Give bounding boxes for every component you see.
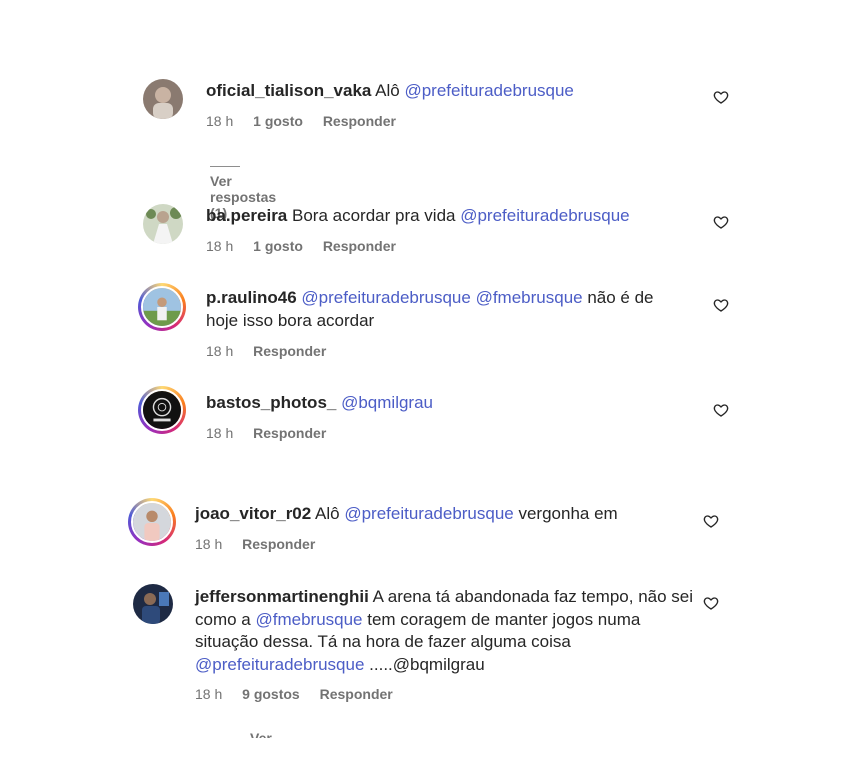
comment-username[interactable]: ba.pereira xyxy=(206,206,287,225)
heart-outline-icon[interactable] xyxy=(713,89,729,105)
avatar[interactable] xyxy=(133,584,173,624)
avatar[interactable] xyxy=(143,79,183,119)
reply-button[interactable]: Responder xyxy=(242,536,315,552)
comment-body-text: Bora acordar pra vida xyxy=(292,206,461,225)
replies-divider xyxy=(210,165,240,167)
comment-body-text: Alô xyxy=(375,81,405,100)
comment-meta: 18 h Responder xyxy=(195,536,331,552)
mention-link[interactable]: @fmebrusque xyxy=(476,288,583,307)
view-replies-label: Ver respostas (1) xyxy=(250,730,272,738)
mention-link[interactable]: @prefeituradebrusque xyxy=(404,81,573,100)
comment-username[interactable]: joao_vitor_r02 xyxy=(195,504,311,523)
reply-button[interactable]: Responder xyxy=(253,343,326,359)
comment-username[interactable]: jeffersonmartinenghii xyxy=(195,587,369,606)
comment-text: p.raulino46 @prefeituradebrusque @fmebru… xyxy=(206,287,686,332)
comment-time[interactable]: 18 h xyxy=(206,425,233,441)
reply-button[interactable]: Responder xyxy=(323,238,396,254)
mention-link[interactable]: @fmebrusque xyxy=(255,610,362,629)
comment-body: Alô @prefeituradebrusque xyxy=(375,81,574,100)
comment-meta: 18 h 1 gosto Responder xyxy=(206,113,412,129)
reply-button[interactable]: Responder xyxy=(253,425,326,441)
comment-body-text: Alô xyxy=(315,504,345,523)
reply-button[interactable]: Responder xyxy=(320,686,393,702)
comment-username[interactable]: bastos_photos_ xyxy=(206,393,336,412)
avatar[interactable] xyxy=(138,386,186,434)
comment-time[interactable]: 18 h xyxy=(206,238,233,254)
comment-meta: 18 h Responder xyxy=(206,425,342,441)
avatar[interactable] xyxy=(138,283,186,331)
heart-outline-icon[interactable] xyxy=(713,297,729,313)
comment-text: ba.pereira Bora acordar pra vida @prefei… xyxy=(206,205,686,228)
comment-text: joao_vitor_r02 Alô @prefeituradebrusque … xyxy=(195,503,695,526)
avatar[interactable] xyxy=(143,204,183,244)
like-count[interactable]: 9 gostos xyxy=(242,686,300,702)
comment-time[interactable]: 18 h xyxy=(195,536,222,552)
comment-text: oficial_tialison_vaka Alô @prefeituradeb… xyxy=(206,80,686,103)
comment-meta: 18 h Responder xyxy=(206,343,342,359)
like-count[interactable]: 1 gosto xyxy=(253,238,303,254)
comment-time[interactable]: 18 h xyxy=(195,686,222,702)
like-count[interactable]: 1 gosto xyxy=(253,113,303,129)
mention-link[interactable]: @prefeituradebrusque xyxy=(195,655,364,674)
mention-link[interactable]: @bqmilgrau xyxy=(341,393,433,412)
comment-body: Alô @prefeituradebrusque vergonha em xyxy=(315,504,618,523)
heart-outline-icon[interactable] xyxy=(703,595,719,611)
mention-link[interactable]: @prefeituradebrusque xyxy=(301,288,470,307)
heart-outline-icon[interactable] xyxy=(713,214,729,230)
comment-body: @bqmilgrau xyxy=(341,393,433,412)
heart-outline-icon[interactable] xyxy=(703,513,719,529)
comment-time[interactable]: 18 h xyxy=(206,343,233,359)
view-replies-button[interactable]: Ver respostas (1) xyxy=(250,730,316,738)
comment-text: jeffersonmartinenghii A arena tá abandon… xyxy=(195,586,695,676)
comment-meta: 18 h 1 gosto Responder xyxy=(206,238,412,254)
comment-meta: 18 h 9 gostos Responder xyxy=(195,686,409,702)
comment-username[interactable]: p.raulino46 xyxy=(206,288,297,307)
comment-body-text: vergonha em xyxy=(513,504,618,523)
avatar[interactable] xyxy=(128,498,176,546)
heart-outline-icon[interactable] xyxy=(713,402,729,418)
comment-text: bastos_photos_ @bqmilgrau xyxy=(206,392,686,415)
mention-link[interactable]: @prefeituradebrusque xyxy=(460,206,629,225)
comment-username[interactable]: oficial_tialison_vaka xyxy=(206,81,371,100)
comment-body-text: .....@bqmilgrau xyxy=(364,654,485,674)
comment-time[interactable]: 18 h xyxy=(206,113,233,129)
mention-link[interactable]: @prefeituradebrusque xyxy=(344,504,513,523)
comment-body: Bora acordar pra vida @prefeituradebrusq… xyxy=(292,206,630,225)
reply-button[interactable]: Responder xyxy=(323,113,396,129)
